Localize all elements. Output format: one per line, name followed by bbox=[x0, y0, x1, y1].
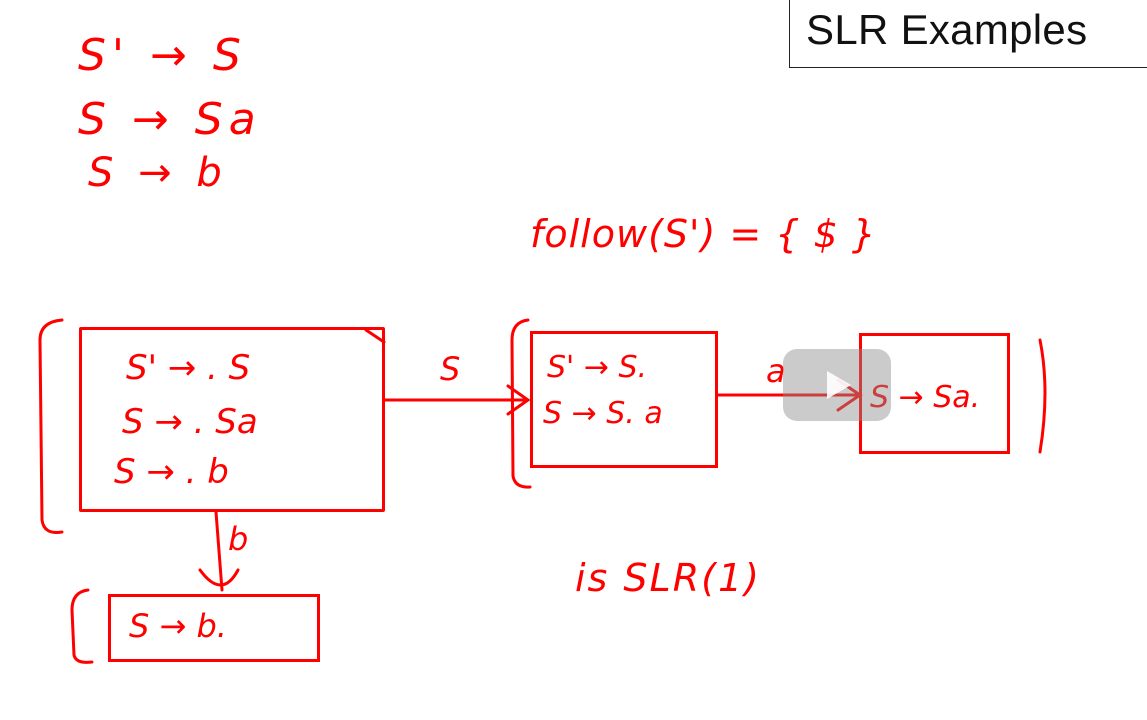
state3-item-1: S → b. bbox=[129, 607, 227, 645]
state1-bracket bbox=[510, 318, 532, 489]
state-0-box: S' → . S S → . Sa S → . b bbox=[79, 327, 385, 512]
state0-item-1: S' → . S bbox=[126, 348, 251, 388]
edge-b-arrowhead bbox=[198, 568, 240, 587]
state0-item-3: S → . b bbox=[114, 452, 229, 492]
follow-set: follow(S') = { $ } bbox=[530, 212, 877, 256]
play-icon[interactable] bbox=[783, 349, 891, 421]
slide-title: SLR Examples bbox=[806, 6, 1088, 53]
grammar-rule-3: S → b bbox=[88, 150, 228, 196]
edge-label-b: b bbox=[228, 520, 249, 558]
state0-bracket bbox=[38, 318, 64, 534]
state3-bracket bbox=[70, 588, 94, 664]
state0-item-2: S → . Sa bbox=[122, 402, 258, 442]
grammar-rule-2: S → Sa bbox=[78, 94, 262, 145]
edge-s-arrowhead bbox=[506, 384, 531, 416]
slr-conclusion: is SLR(1) bbox=[575, 556, 761, 600]
state1-item-2: S → S. a bbox=[543, 396, 663, 431]
state-1-box: S' → S. S → S. a bbox=[530, 331, 718, 468]
edge-b-line bbox=[214, 510, 224, 592]
grammar-rule-1: S' → S bbox=[78, 30, 247, 81]
state2-bracket bbox=[1038, 338, 1047, 454]
state-3-box: S → b. bbox=[108, 594, 320, 662]
state1-item-1: S' → S. bbox=[547, 350, 648, 385]
slide-title-box: SLR Examples bbox=[789, 0, 1147, 68]
edge-label-s: S bbox=[440, 350, 461, 388]
